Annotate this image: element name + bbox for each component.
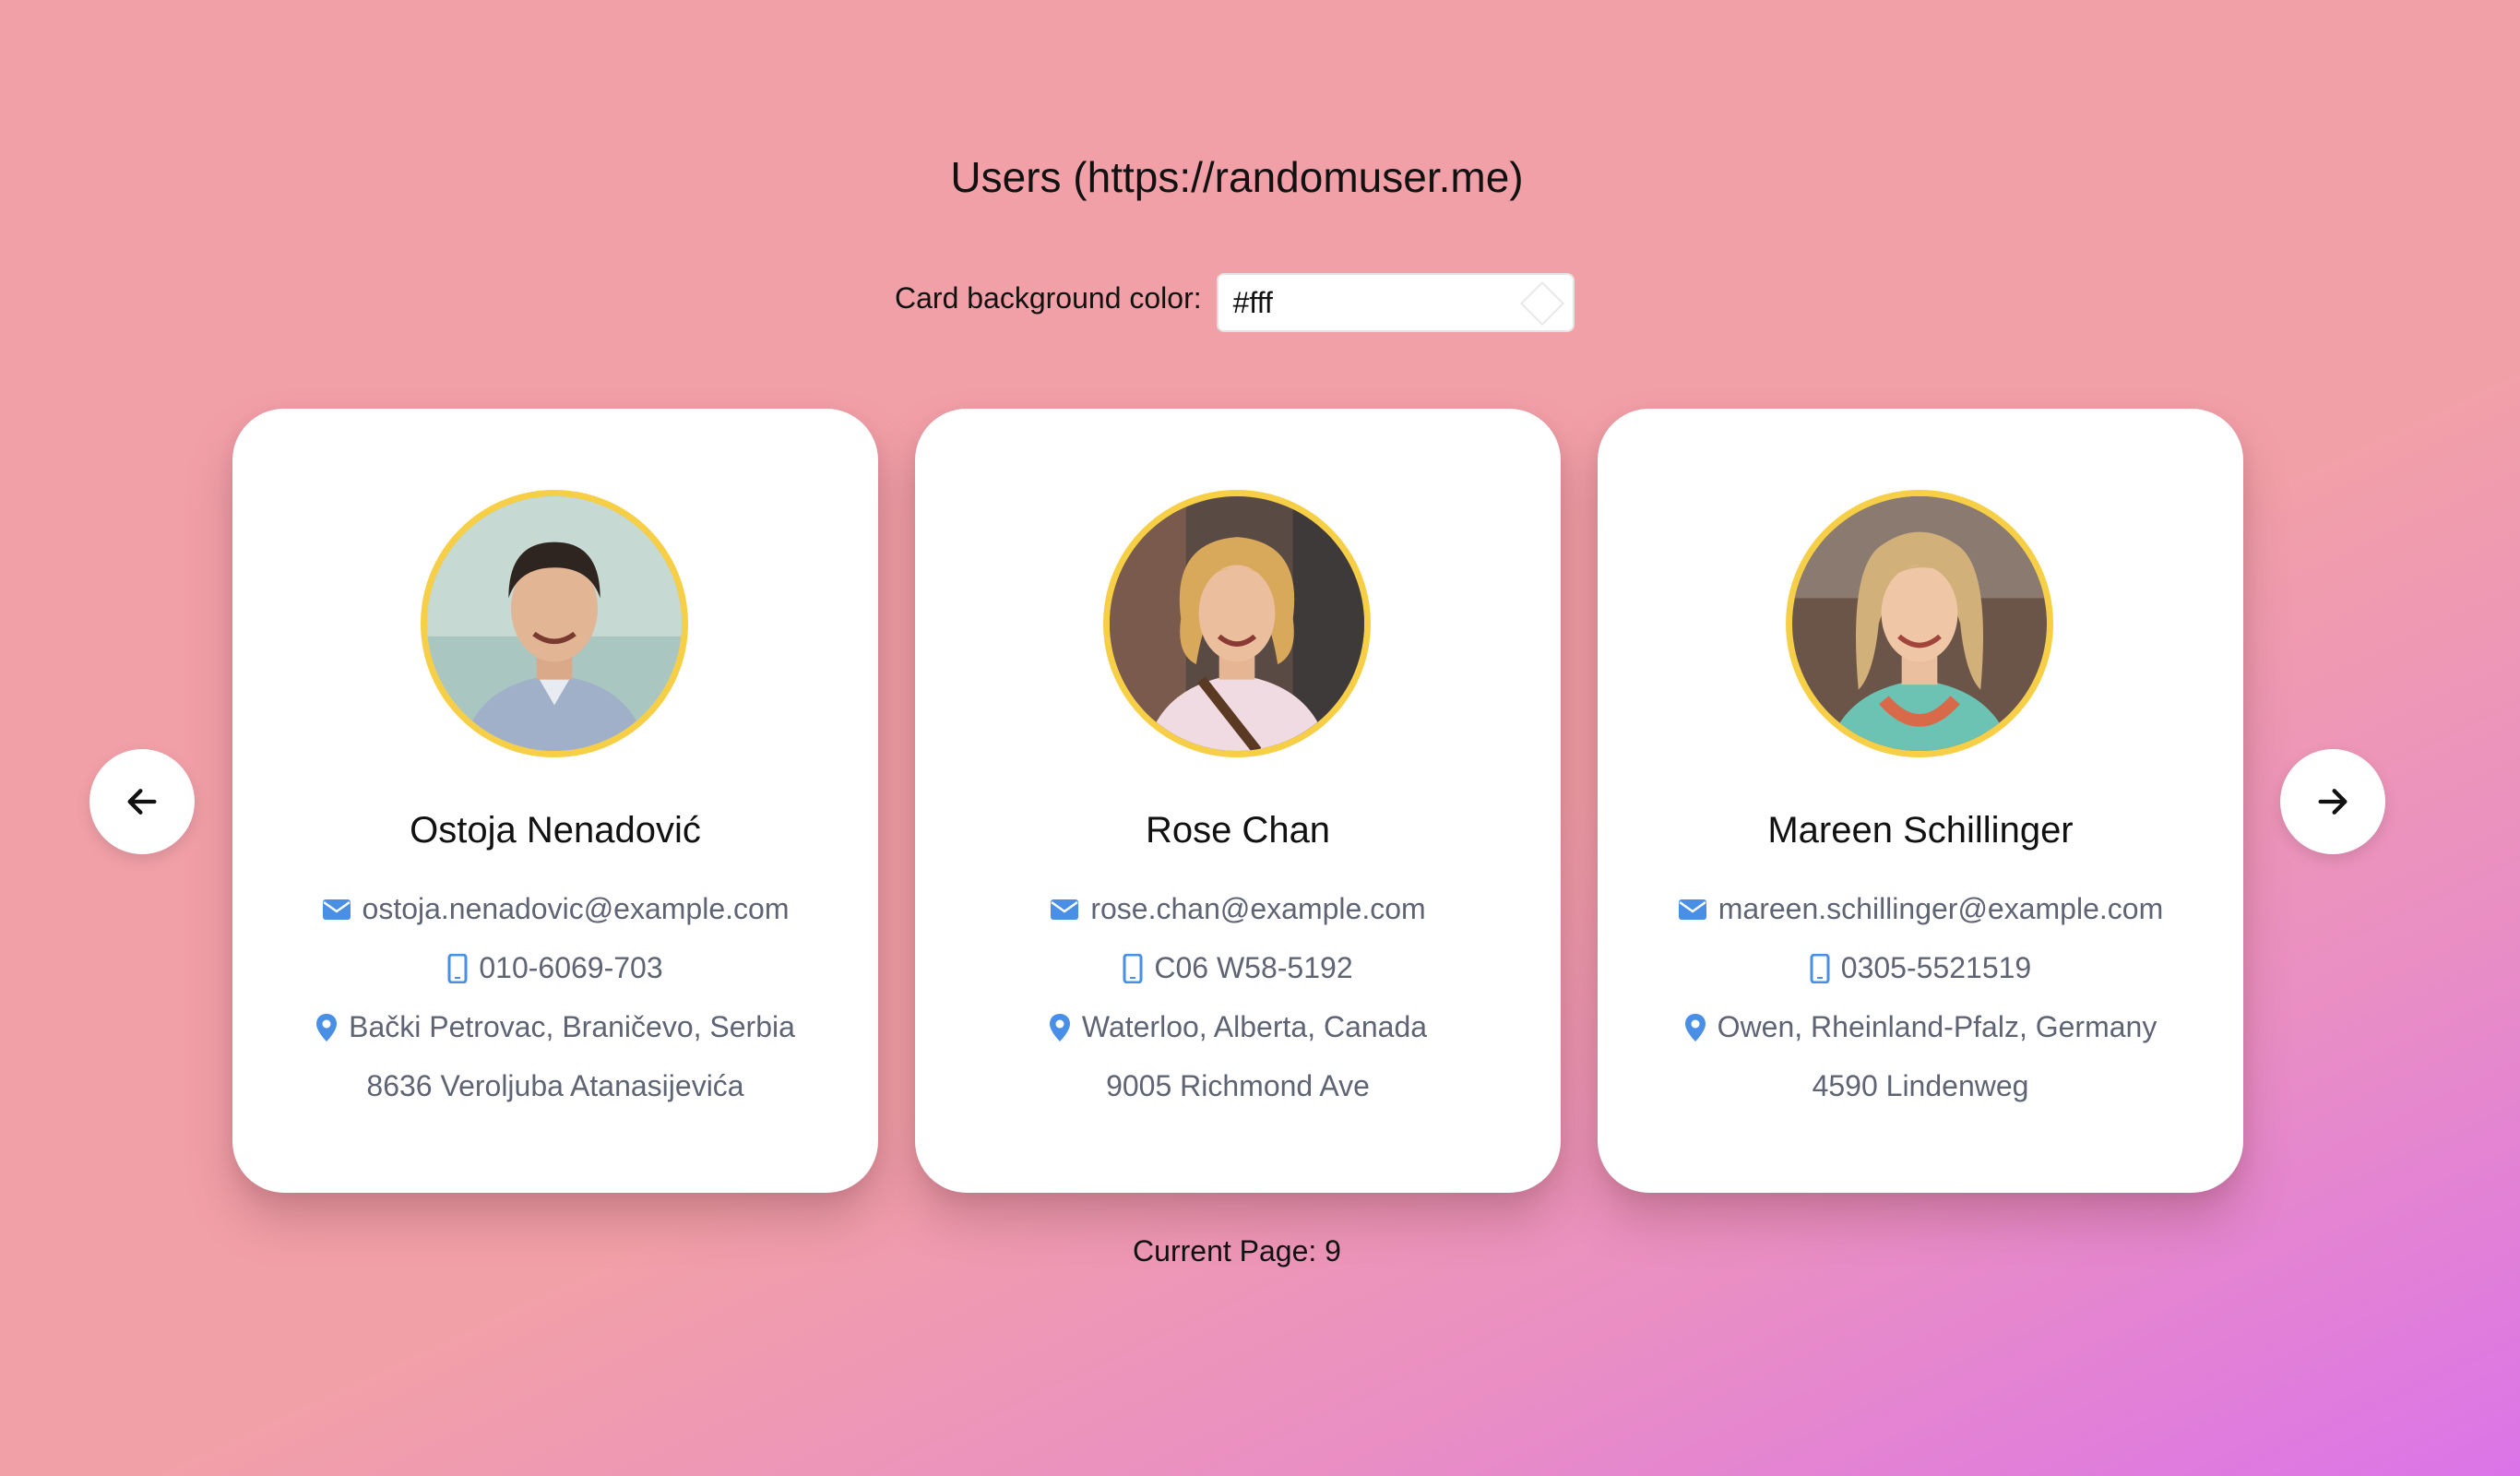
card-color-input[interactable]: #fff [1216,273,1575,332]
user-phone-row: 010-6069-703 [232,951,878,985]
user-avatar [1103,490,1371,757]
current-page-label: Current Page: 9 [1133,1234,1341,1268]
map-pin-icon [1684,1013,1706,1042]
user-card: Mareen Schillinger mareen.schillinger@ex… [1598,409,2243,1193]
user-location: Waterloo, Alberta, Canada [1081,1010,1428,1043]
user-phone: 0305-5521519 [1840,951,2032,984]
map-pin-icon [1049,1013,1071,1042]
user-street: 4590 Lindenweg [1812,1069,2029,1102]
envelope-icon [1050,898,1079,922]
user-street: 9005 Richmond Ave [1106,1069,1370,1102]
user-avatar [1786,490,2053,757]
color-swatch-icon[interactable] [1519,280,1564,327]
mobile-phone-icon [1123,953,1143,983]
user-phone-row: C06 W58-5192 [915,951,1561,985]
card-color-label: Card background color: [895,280,1202,315]
user-location-row: Owen, Rheinland-Pfalz, Germany [1598,1010,2243,1044]
map-pin-icon [315,1013,338,1042]
arrow-right-icon [2318,789,2348,815]
person-photo-icon [1792,496,2047,751]
user-email-row: mareen.schillinger@example.com [1598,892,2243,926]
prev-page-button[interactable] [89,749,195,854]
mobile-phone-icon [1810,953,1830,983]
user-card: Ostoja Nenadović ostoja.nenadovic@exampl… [232,409,878,1193]
user-name: Ostoja Nenadović [410,810,701,851]
user-location: Owen, Rheinland-Pfalz, Germany [1717,1010,2157,1043]
user-phone-row: 0305-5521519 [1598,951,2243,985]
user-email-row: rose.chan@example.com [915,892,1561,926]
user-phone: 010-6069-703 [479,951,663,984]
user-email: mareen.schillinger@example.com [1718,892,2164,925]
person-photo-icon [427,496,682,751]
user-phone: C06 W58-5192 [1154,951,1353,984]
mobile-phone-icon [447,953,468,983]
arrow-left-icon [127,789,157,815]
user-location-row: Bački Petrovac, Braničevo, Serbia [232,1010,878,1044]
card-color-control: Card background color: #fff [895,273,1575,332]
user-email: ostoja.nenadovic@example.com [362,892,790,925]
user-name: Rose Chan [1145,810,1331,851]
next-page-button[interactable] [2280,749,2385,854]
person-photo-icon [1110,496,1364,751]
card-color-value: #fff [1232,285,1273,319]
user-name: Mareen Schillinger [1767,810,2074,851]
user-location-row: Waterloo, Alberta, Canada [915,1010,1561,1044]
user-location: Bački Petrovac, Braničevo, Serbia [349,1010,795,1043]
user-avatar [421,490,688,757]
user-card: Rose Chan rose.chan@example.com C06 W58-… [915,409,1561,1193]
user-email: rose.chan@example.com [1090,892,1426,925]
envelope-icon [322,898,351,922]
page-title: Users (https://randomuser.me) [950,153,1524,201]
user-street: 8636 Veroljuba Atanasijevića [366,1069,744,1102]
envelope-icon [1678,898,1707,922]
user-email-row: ostoja.nenadovic@example.com [232,892,878,926]
